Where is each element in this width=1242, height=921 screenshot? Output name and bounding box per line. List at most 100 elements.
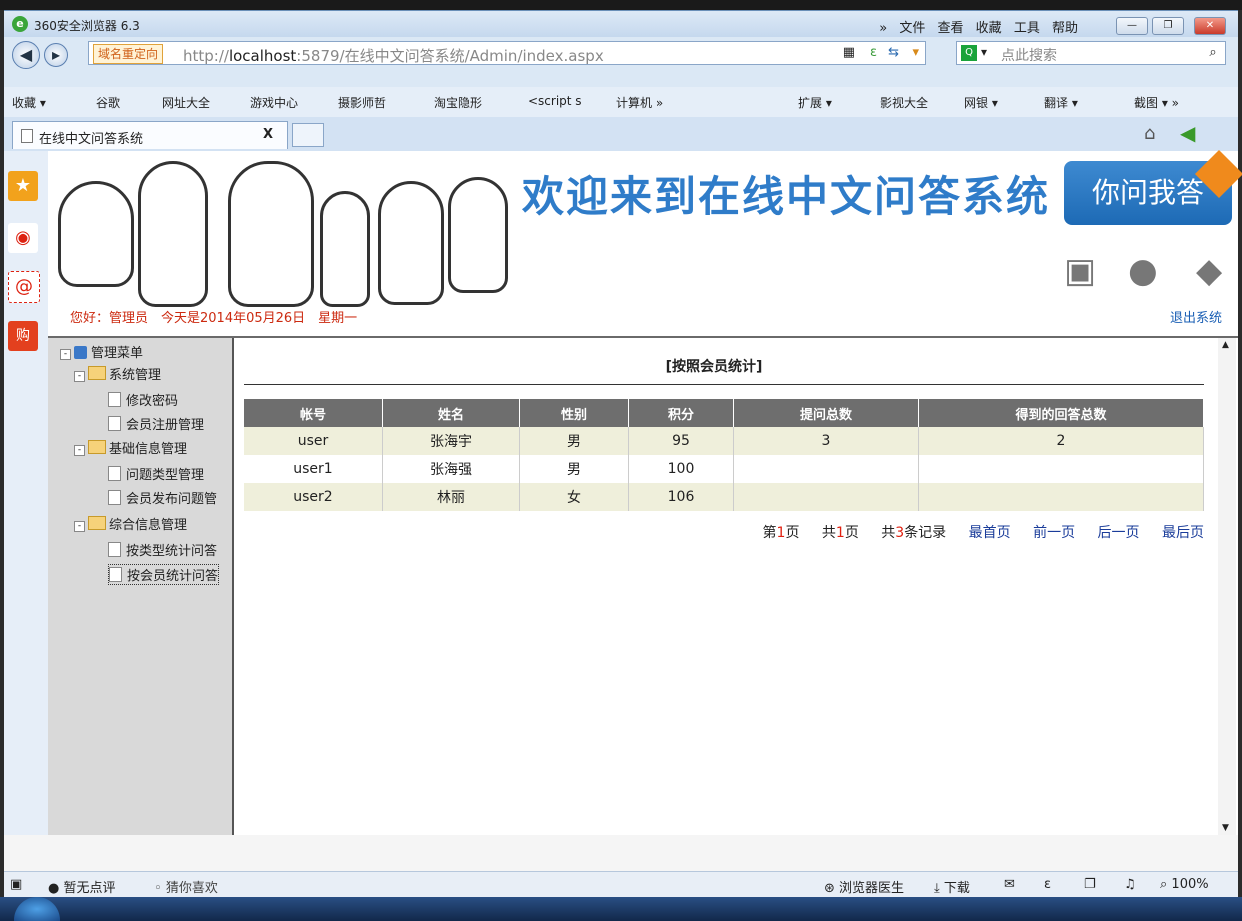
bookmark-taobao[interactable]: 淘宝隐形 <box>434 94 482 111</box>
ie-icon[interactable]: ε <box>1044 877 1051 892</box>
first-page-link[interactable]: 最首页 <box>969 525 1011 541</box>
collapse-icon[interactable]: - <box>60 349 71 360</box>
menu-more[interactable]: » <box>879 21 887 36</box>
star-icon[interactable]: ★ <box>8 171 38 201</box>
tab-close-icon[interactable]: X <box>263 127 273 142</box>
search-box[interactable]: Q ▾ 点此搜索 ⌕ <box>956 41 1226 65</box>
tree-item-stats-by-member[interactable]: 按会员统计问答 <box>108 564 220 585</box>
dropdown-icon[interactable]: ▾ <box>912 45 919 60</box>
comment-status[interactable]: ● 暂无点评 <box>48 877 116 896</box>
window-icon[interactable]: ❐ <box>1084 877 1096 892</box>
mail-icon[interactable]: @ <box>8 271 40 303</box>
col-gender: 性别 <box>519 399 629 427</box>
menu-favorites[interactable]: 收藏 <box>976 21 1002 36</box>
page-scrollbar[interactable]: ▲ ▼ <box>1218 338 1236 835</box>
tree-root[interactable]: - 管理菜单 <box>60 342 143 361</box>
collapse-icon[interactable]: - <box>74 521 85 532</box>
address-url[interactable]: http://localhost:5879/在线中文问答系统/Admin/ind… <box>183 45 604 66</box>
collapse-icon[interactable]: - <box>74 371 85 382</box>
last-page-link[interactable]: 最后页 <box>1162 525 1204 541</box>
tree-item-stats-by-type[interactable]: 按类型统计问答 <box>108 540 217 559</box>
next-page-link[interactable]: 后一页 <box>1098 525 1140 541</box>
bookmark-favorites[interactable]: 收藏 ▾ <box>12 94 46 111</box>
computer-icon <box>74 346 87 359</box>
cell-account: user <box>244 427 383 455</box>
tree-group-basic-info[interactable]: - 基础信息管理 <box>74 438 187 457</box>
site-banner: 欢迎来到在线中文问答系统 你问我答 ▣ ● ◆ 您好：管理员 今天是2014年0… <box>48 149 1242 338</box>
menu-view[interactable]: 查看 <box>938 21 964 36</box>
logout-link[interactable]: 退出系统 <box>1170 307 1222 326</box>
tree-item-member-registration[interactable]: 会员注册管理 <box>108 414 204 433</box>
tree-group-summary[interactable]: - 综合信息管理 <box>74 514 187 533</box>
new-tab-button[interactable] <box>292 123 324 147</box>
undo-close-icon[interactable]: ◀ <box>1180 121 1195 145</box>
page-heading: [按照会员统计] <box>665 359 763 375</box>
back-button[interactable]: ◀ <box>12 41 40 69</box>
member-stats-table: 帐号 姓名 性别 积分 提问总数 得到的回答总数 user 张海宇 男 95 3… <box>244 399 1204 511</box>
bookmark-games[interactable]: 游戏中心 <box>250 94 298 111</box>
folder-icon <box>88 516 106 530</box>
tree-item-change-password[interactable]: 修改密码 <box>108 390 178 409</box>
menu-file[interactable]: 文件 <box>899 21 925 36</box>
folder-icon <box>88 440 106 454</box>
home-icon[interactable]: ⌂ <box>1144 123 1155 144</box>
ext-expand[interactable]: 扩展 ▾ <box>798 94 832 111</box>
start-button[interactable] <box>14 897 60 921</box>
bookmark-hao123[interactable]: 网址大全 <box>162 94 210 111</box>
sidebar-toggle-icon[interactable]: ▣ <box>10 877 22 892</box>
cell-answer-count: 2 <box>918 427 1204 455</box>
address-row: ◀ ▸ 域名重定向 http://localhost:5879/在线中文问答系统… <box>4 37 1238 87</box>
table-row: user 张海宇 男 95 3 2 <box>244 427 1204 455</box>
bookmark-script[interactable]: <script s <box>528 94 582 108</box>
ext-translate[interactable]: 翻译 ▾ <box>1044 94 1078 111</box>
ext-video[interactable]: 影视大全 <box>880 94 928 111</box>
ext-bank[interactable]: 网银 ▾ <box>964 94 998 111</box>
shopping-icon[interactable]: 购 <box>8 321 38 351</box>
prev-page-link[interactable]: 前一页 <box>1033 525 1075 541</box>
forward-button[interactable]: ▸ <box>44 43 68 67</box>
qrcode-icon[interactable]: ▦ <box>843 45 855 60</box>
browser-sidebar: ★ ◉ @ 购 2 <box>4 151 48 871</box>
windows-taskbar <box>0 897 1242 921</box>
weibo-icon[interactable]: ◉ <box>8 223 38 253</box>
admin-menu-tree: - 管理菜单 - 系统管理 修改密码 会员注册管理 - 基础信息管理 问题类型管理 会… <box>48 338 234 835</box>
browser-doctor[interactable]: ⊛ 浏览器医生 <box>824 877 904 896</box>
web-page: 欢迎来到在线中文问答系统 你问我答 ▣ ● ◆ 您好：管理员 今天是2014年0… <box>48 149 1242 835</box>
bookmark-google[interactable]: 谷歌 <box>96 94 120 111</box>
cartoon-figure-2 <box>138 161 208 307</box>
minimize-button[interactable]: — <box>1116 17 1148 35</box>
search-input[interactable]: 点此搜索 <box>1001 45 1057 65</box>
bookmark-photo[interactable]: 摄影师哲 <box>338 94 386 111</box>
bookmark-computer[interactable]: 计算机 » <box>616 94 663 111</box>
download-button[interactable]: ⤓ 下载 <box>934 877 970 896</box>
sound-icon[interactable]: ♫ <box>1124 877 1136 892</box>
ie-mode-icon[interactable]: ε <box>870 45 877 60</box>
cell-gender: 男 <box>519 455 629 483</box>
cartoon-figure-6 <box>448 177 508 293</box>
collapse-icon[interactable]: - <box>74 445 85 456</box>
close-window-button[interactable]: ✕ <box>1194 17 1226 35</box>
col-question-count: 提问总数 <box>733 399 919 427</box>
guess-you-like[interactable]: ◦ 猜你喜欢 <box>154 877 218 896</box>
cartoon-figure-4 <box>320 191 370 307</box>
tree-item-question-types[interactable]: 问题类型管理 <box>108 464 204 483</box>
search-engine-dropdown-icon[interactable]: ▾ <box>981 45 987 59</box>
search-icon[interactable]: ⌕ <box>1203 43 1223 63</box>
cell-account: user2 <box>244 483 383 511</box>
scroll-up-icon[interactable]: ▲ <box>1222 340 1229 350</box>
tree-group-system[interactable]: - 系统管理 <box>74 364 161 383</box>
chat-icon[interactable]: ✉ <box>1004 877 1015 892</box>
refresh-mode-icon[interactable]: ⇆ <box>888 45 899 60</box>
ext-screenshot[interactable]: 截图 ▾ » <box>1134 94 1179 111</box>
address-bar[interactable]: 域名重定向 http://localhost:5879/在线中文问答系统/Adm… <box>88 41 926 65</box>
zoom-control[interactable]: ⌕ 100% <box>1160 877 1209 892</box>
tree-item-member-questions[interactable]: 会员发布问题管 <box>108 488 217 507</box>
scroll-down-icon[interactable]: ▼ <box>1222 823 1229 833</box>
menu-tools[interactable]: 工具 <box>1014 21 1040 36</box>
browser-logo-icon: e <box>12 16 28 32</box>
menu-help[interactable]: 帮助 <box>1052 21 1078 36</box>
maximize-button[interactable]: ❐ <box>1152 17 1184 35</box>
col-account: 帐号 <box>244 399 383 427</box>
search-engine-icon[interactable]: Q <box>961 45 977 61</box>
tab-current[interactable]: 在线中文问答系统 X <box>12 121 288 149</box>
